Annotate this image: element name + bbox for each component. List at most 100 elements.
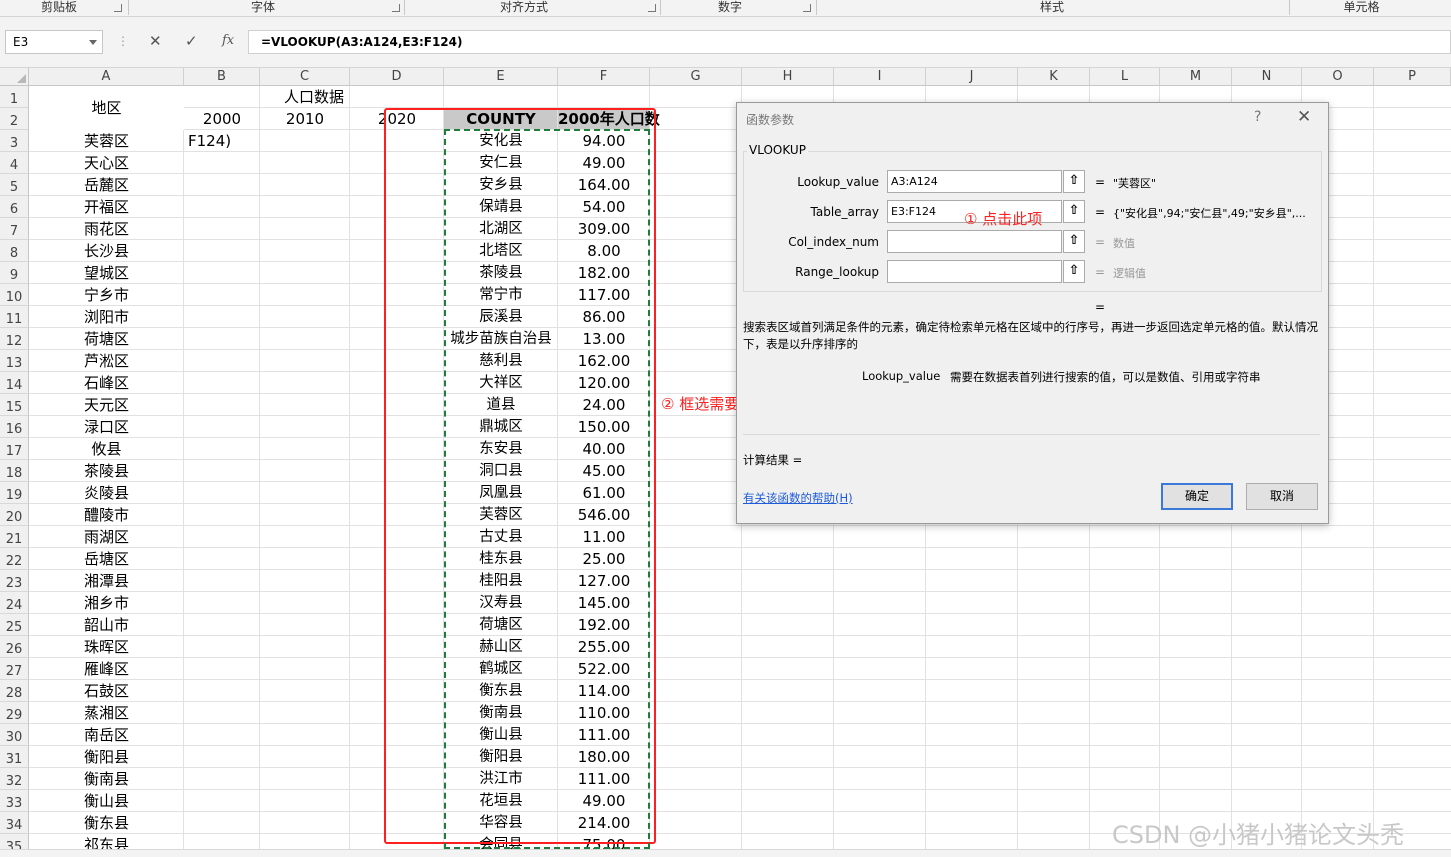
horizontal-scrollbar[interactable] [0,849,1451,857]
row-header[interactable]: 5 [0,174,29,196]
number-launcher-icon[interactable] [803,4,811,12]
cell-region-header[interactable]: 地区 [29,86,184,130]
clipboard-launcher-icon[interactable] [114,4,122,12]
select-all-corner[interactable] [0,68,29,86]
cell-region[interactable]: 浏阳市 [29,306,184,328]
cell-region[interactable]: 珠晖区 [29,636,184,658]
row-header[interactable]: 19 [0,482,29,504]
row-header[interactable]: 18 [0,460,29,482]
row-header[interactable]: 22 [0,548,29,570]
formula-input[interactable]: =VLOOKUP(A3:A124,E3:F124) [248,30,1451,54]
function-help-link[interactable]: 有关该函数的帮助(H) [743,490,853,506]
cell-region[interactable]: 长沙县 [29,240,184,262]
cell-region[interactable]: 衡山县 [29,790,184,812]
row-header[interactable]: 31 [0,746,29,768]
row-header[interactable]: 7 [0,218,29,240]
row-header[interactable]: 8 [0,240,29,262]
row-header[interactable]: 26 [0,636,29,658]
row-header[interactable]: 16 [0,416,29,438]
cell-region[interactable]: 湘乡市 [29,592,184,614]
column-header[interactable]: N [1232,68,1302,86]
row-header[interactable]: 3 [0,130,29,152]
cell-region[interactable]: 芦淞区 [29,350,184,372]
range-lookup-input[interactable] [887,260,1062,283]
cell-year-2000[interactable]: 2000 [184,108,260,130]
cancel-button[interactable]: 取消 [1246,483,1318,510]
cell-region[interactable]: 宁乡市 [29,284,184,306]
close-icon[interactable]: ✕ [1297,107,1311,127]
row-header[interactable]: 9 [0,262,29,284]
cell-region[interactable]: 衡东县 [29,812,184,834]
cell-region[interactable]: 渌口区 [29,416,184,438]
column-header[interactable]: K [1018,68,1090,86]
cell-region[interactable]: 望城区 [29,262,184,284]
row-header[interactable]: 15 [0,394,29,416]
column-header[interactable]: I [834,68,926,86]
cell-year-2010[interactable]: 2010 [260,108,350,130]
row-header[interactable]: 20 [0,504,29,526]
cell-region[interactable]: 炎陵县 [29,482,184,504]
row-header[interactable]: 24 [0,592,29,614]
row-header[interactable]: 30 [0,724,29,746]
row-header[interactable]: 2 [0,108,29,130]
cell-region[interactable]: 天心区 [29,152,184,174]
column-header[interactable]: M [1160,68,1232,86]
cell-region[interactable]: 岳塘区 [29,548,184,570]
row-header[interactable]: 29 [0,702,29,724]
collapse-dialog-icon[interactable]: ⇧ [1063,230,1085,253]
column-header[interactable]: J [926,68,1018,86]
column-header[interactable]: A [29,68,184,86]
font-launcher-icon[interactable] [392,4,400,12]
row-header[interactable]: 6 [0,196,29,218]
row-header[interactable]: 33 [0,790,29,812]
name-box[interactable]: E3 [5,30,103,54]
cell-region[interactable]: 雨花区 [29,218,184,240]
cell-region[interactable]: 湘潭县 [29,570,184,592]
row-header[interactable]: 23 [0,570,29,592]
cancel-formula-icon[interactable]: ✕ [149,32,162,50]
collapse-dialog-icon[interactable]: ⇧ [1063,200,1085,223]
cell-region[interactable]: 荷塘区 [29,328,184,350]
cell-region[interactable]: 天元区 [29,394,184,416]
column-header[interactable]: F [558,68,650,86]
row-header[interactable]: 34 [0,812,29,834]
help-question-icon[interactable]: ? [1254,109,1261,125]
column-header[interactable]: C [260,68,350,86]
row-header[interactable]: 27 [0,658,29,680]
row-header[interactable]: 12 [0,328,29,350]
cell-region[interactable]: 开福区 [29,196,184,218]
cell-region[interactable]: 雁峰区 [29,658,184,680]
cell-population-header[interactable]: 人口数据 [184,86,444,108]
column-header[interactable]: P [1374,68,1451,86]
row-header[interactable]: 11 [0,306,29,328]
cell-region[interactable]: 衡南县 [29,768,184,790]
column-header[interactable]: B [184,68,260,86]
cell-region[interactable]: 韶山市 [29,614,184,636]
row-header[interactable]: 14 [0,372,29,394]
column-header[interactable]: G [650,68,742,86]
insert-function-icon[interactable]: fx [222,33,234,48]
cell-region[interactable]: 芙蓉区 [29,130,184,152]
row-header[interactable]: 28 [0,680,29,702]
cell-b3-editing[interactable]: F124) [184,130,264,152]
row-header[interactable]: 25 [0,614,29,636]
row-header[interactable]: 13 [0,350,29,372]
row-header[interactable]: 17 [0,438,29,460]
cell-region[interactable]: 蒸湘区 [29,702,184,724]
cell-region[interactable]: 醴陵市 [29,504,184,526]
column-header[interactable]: O [1302,68,1374,86]
row-header[interactable]: 32 [0,768,29,790]
cell-region[interactable]: 衡阳县 [29,746,184,768]
cell-region[interactable]: 雨湖区 [29,526,184,548]
column-header[interactable]: D [350,68,444,86]
column-header[interactable]: H [742,68,834,86]
ok-button[interactable]: 确定 [1161,483,1233,510]
lookup-value-input[interactable]: A3:A124 [887,170,1062,193]
cell-region[interactable]: 石峰区 [29,372,184,394]
row-header[interactable]: 10 [0,284,29,306]
enter-formula-icon[interactable]: ✓ [185,32,198,50]
row-header[interactable]: 4 [0,152,29,174]
cell-region[interactable]: 南岳区 [29,724,184,746]
cell-region[interactable]: 石鼓区 [29,680,184,702]
collapse-dialog-icon[interactable]: ⇧ [1063,260,1085,283]
